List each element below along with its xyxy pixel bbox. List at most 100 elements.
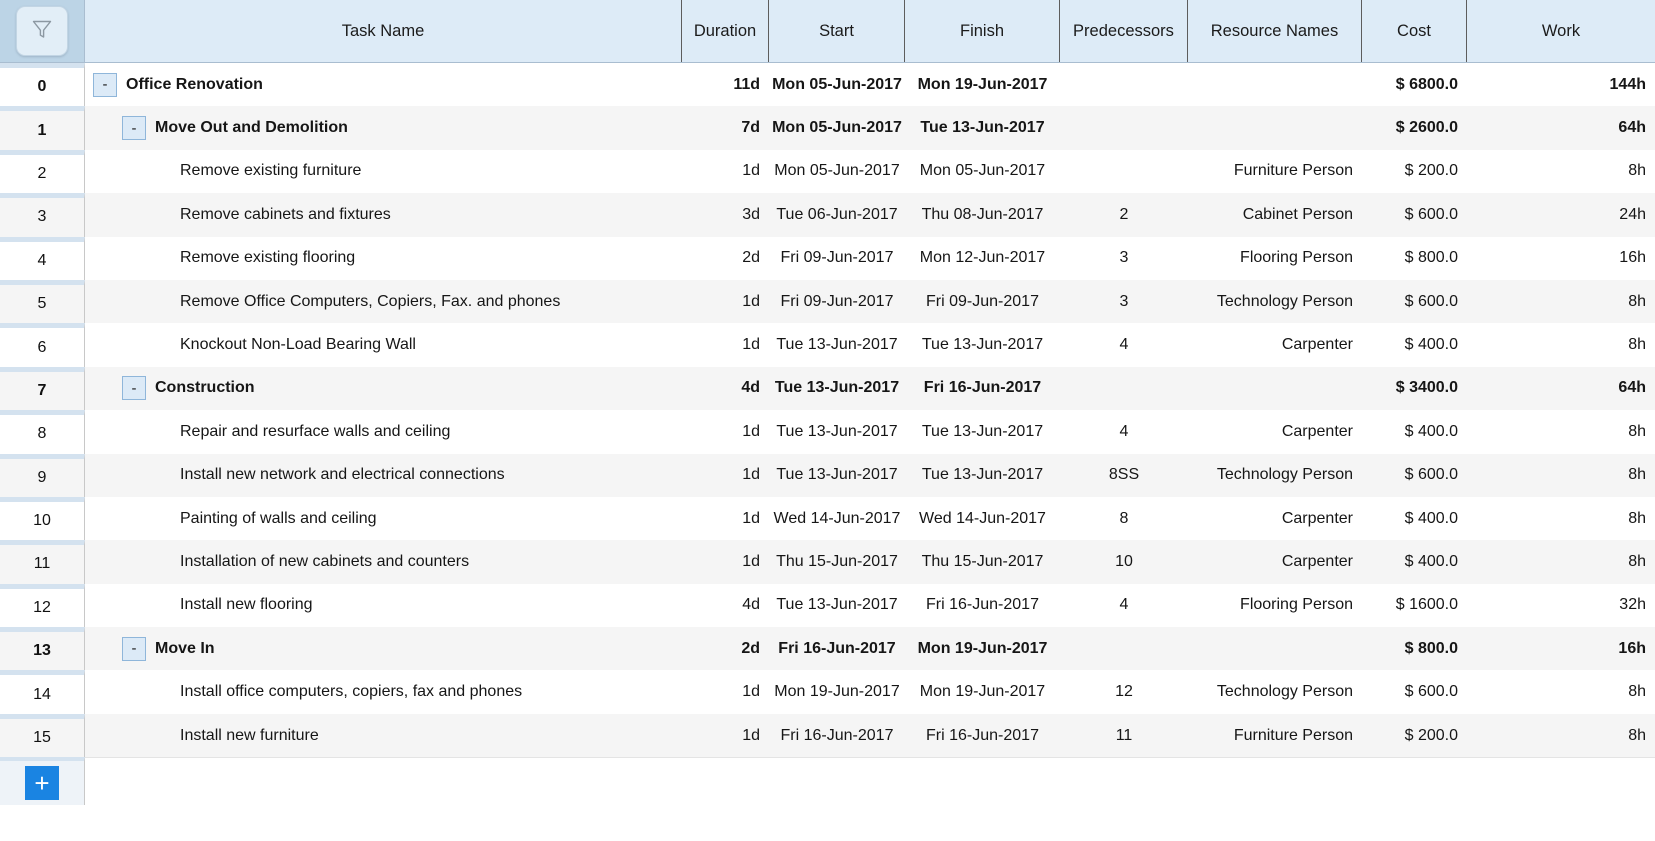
row-number[interactable]: 5 [0, 279, 85, 324]
cell-work[interactable]: 8h [1467, 323, 1655, 366]
cell-cost[interactable]: $ 6800.0 [1362, 63, 1467, 106]
cell-resource[interactable] [1188, 627, 1362, 670]
cell-predecessors[interactable]: 4 [1060, 584, 1188, 627]
cell-name[interactable]: - Move In [85, 627, 682, 670]
collapse-toggle-icon[interactable]: - [122, 116, 146, 141]
cell-duration[interactable]: 1d [682, 280, 769, 323]
cell-predecessors[interactable]: 8SS [1060, 454, 1188, 497]
cell-predecessors[interactable]: 4 [1060, 410, 1188, 453]
row-number[interactable]: 8 [0, 410, 85, 454]
table-row[interactable]: 15 Install new furniture 1d Fri 16-Jun-2017… [0, 713, 1655, 758]
cell-duration[interactable]: 4d [682, 584, 769, 627]
cell-start[interactable]: Tue 13-Jun-2017 [769, 323, 905, 366]
cell-predecessors[interactable]: 3 [1060, 237, 1188, 280]
cell-finish[interactable]: Mon 19-Jun-2017 [905, 670, 1060, 713]
cell-predecessors[interactable] [1060, 63, 1188, 106]
cell-work[interactable]: 32h [1467, 584, 1655, 627]
table-row[interactable]: 2 Remove existing furniture 1d Mon 05-Jun-2… [0, 149, 1655, 194]
cell-name[interactable]: Install office computers, copiers, fax a… [85, 670, 682, 713]
cell-name[interactable]: - Office Renovation [85, 63, 682, 106]
cell-work[interactable]: 64h [1467, 367, 1655, 410]
add-task-button[interactable]: + [25, 766, 59, 801]
cell-predecessors[interactable]: 10 [1060, 540, 1188, 583]
collapse-toggle-icon[interactable]: - [122, 636, 146, 661]
cell-work[interactable]: 8h [1467, 280, 1655, 323]
cell-cost[interactable]: $ 800.0 [1362, 237, 1467, 280]
cell-cost[interactable]: $ 1600.0 [1362, 584, 1467, 627]
cell-cost[interactable]: $ 400.0 [1362, 410, 1467, 453]
row-number[interactable]: 0 [0, 63, 85, 107]
cell-name[interactable]: Install new furniture [85, 714, 682, 757]
cell-duration[interactable]: 1d [682, 454, 769, 497]
cell-resource[interactable]: Carpenter [1188, 410, 1362, 453]
column-header-duration[interactable]: Duration [682, 0, 769, 62]
cell-work[interactable]: 16h [1467, 627, 1655, 670]
cell-start[interactable]: Fri 16-Jun-2017 [769, 714, 905, 757]
cell-resource[interactable]: Carpenter [1188, 540, 1362, 583]
cell-work[interactable]: 8h [1467, 410, 1655, 453]
cell-resource[interactable]: Furniture Person [1188, 150, 1362, 193]
row-number[interactable]: 14 [0, 670, 85, 714]
cell-start[interactable]: Tue 13-Jun-2017 [769, 584, 905, 627]
cell-start[interactable]: Mon 05-Jun-2017 [769, 150, 905, 193]
add-row-blank[interactable] [85, 757, 1655, 806]
table-row[interactable]: 1- Move Out and Demolition 7d Mon 05-Jun-20… [0, 106, 1655, 150]
cell-duration[interactable]: 1d [682, 540, 769, 583]
cell-name[interactable]: Installation of new cabinets and counter… [85, 540, 682, 583]
cell-cost[interactable]: $ 600.0 [1362, 193, 1467, 236]
cell-finish[interactable]: Fri 16-Jun-2017 [905, 714, 1060, 757]
cell-work[interactable]: 24h [1467, 193, 1655, 236]
cell-work[interactable]: 8h [1467, 454, 1655, 497]
cell-resource[interactable] [1188, 63, 1362, 106]
table-row[interactable]: 0- Office Renovation 11d Mon 05-Jun-2017 Mon… [0, 63, 1655, 107]
cell-work[interactable]: 64h [1467, 106, 1655, 149]
cell-resource[interactable]: Cabinet Person [1188, 193, 1362, 236]
table-row[interactable]: 4 Remove existing flooring 2d Fri 09-Jun-20… [0, 236, 1655, 280]
collapse-toggle-icon[interactable]: - [93, 72, 117, 97]
row-number[interactable]: 11 [0, 540, 85, 584]
cell-resource[interactable] [1188, 106, 1362, 149]
cell-work[interactable]: 8h [1467, 497, 1655, 540]
cell-duration[interactable]: 7d [682, 106, 769, 149]
cell-start[interactable]: Tue 13-Jun-2017 [769, 454, 905, 497]
cell-start[interactable]: Mon 05-Jun-2017 [769, 63, 905, 106]
cell-work[interactable]: 144h [1467, 63, 1655, 106]
cell-name[interactable]: Knockout Non-Load Bearing Wall [85, 323, 682, 366]
table-row[interactable]: 6 Knockout Non-Load Bearing Wall 1d Tue 13-… [0, 323, 1655, 367]
cell-predecessors[interactable] [1060, 367, 1188, 410]
cell-duration[interactable]: 1d [682, 150, 769, 193]
column-header-start[interactable]: Start [769, 0, 905, 62]
row-number[interactable]: 6 [0, 323, 85, 367]
table-row[interactable]: 9 Install new network and electrical conn… [0, 453, 1655, 497]
cell-resource[interactable]: Flooring Person [1188, 584, 1362, 627]
row-number[interactable]: 12 [0, 583, 85, 628]
cell-predecessors[interactable]: 11 [1060, 714, 1188, 757]
cell-cost[interactable]: $ 200.0 [1362, 714, 1467, 757]
cell-cost[interactable]: $ 400.0 [1362, 497, 1467, 540]
column-header-resource[interactable]: Resource Names [1188, 0, 1362, 62]
cell-finish[interactable]: Wed 14-Jun-2017 [905, 497, 1060, 540]
cell-start[interactable]: Tue 13-Jun-2017 [769, 410, 905, 453]
row-number[interactable]: 2 [0, 149, 85, 194]
cell-duration[interactable]: 4d [682, 367, 769, 410]
cell-start[interactable]: Wed 14-Jun-2017 [769, 497, 905, 540]
cell-predecessors[interactable] [1060, 150, 1188, 193]
cell-name[interactable]: - Construction [85, 367, 682, 410]
cell-cost[interactable]: $ 400.0 [1362, 323, 1467, 366]
cell-cost[interactable]: $ 600.0 [1362, 670, 1467, 713]
cell-finish[interactable]: Thu 08-Jun-2017 [905, 193, 1060, 236]
cell-cost[interactable]: $ 200.0 [1362, 150, 1467, 193]
cell-cost[interactable]: $ 600.0 [1362, 454, 1467, 497]
cell-finish[interactable]: Thu 15-Jun-2017 [905, 540, 1060, 583]
cell-duration[interactable]: 1d [682, 714, 769, 757]
cell-start[interactable]: Fri 16-Jun-2017 [769, 627, 905, 670]
row-number[interactable]: 3 [0, 193, 85, 237]
cell-start[interactable]: Tue 13-Jun-2017 [769, 367, 905, 410]
cell-predecessors[interactable] [1060, 106, 1188, 149]
cell-duration[interactable]: 1d [682, 497, 769, 540]
row-number[interactable]: 7 [0, 366, 85, 411]
cell-name[interactable]: Remove existing flooring [85, 237, 682, 280]
cell-name[interactable]: Install new flooring [85, 584, 682, 627]
cell-start[interactable]: Mon 05-Jun-2017 [769, 106, 905, 149]
cell-work[interactable]: 8h [1467, 540, 1655, 583]
